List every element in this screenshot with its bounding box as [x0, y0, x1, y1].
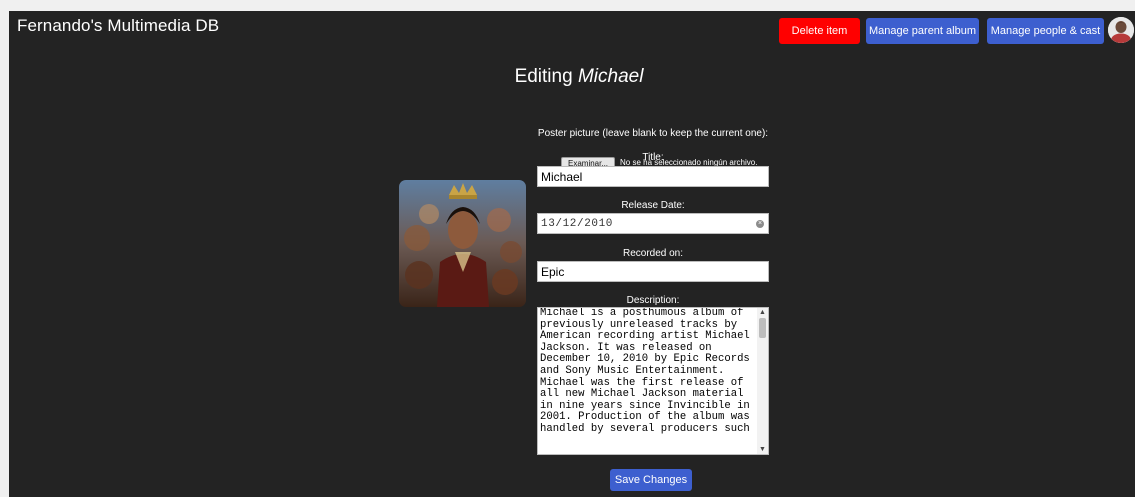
user-avatar[interactable] — [1108, 17, 1134, 43]
clear-icon[interactable]: × — [756, 219, 764, 228]
recorded-on-input[interactable] — [537, 261, 769, 282]
title-label: Title: — [642, 152, 664, 163]
release-date-input[interactable]: 13/12/2010 × — [537, 213, 769, 234]
app-brand[interactable]: Fernando's Multimedia DB — [17, 16, 219, 36]
user-avatar-icon — [1108, 17, 1134, 43]
scroll-down-icon[interactable]: ▼ — [757, 445, 768, 454]
description-text: Michael is a posthumous album of previou… — [540, 307, 750, 435]
scroll-up-icon[interactable]: ▲ — [757, 308, 768, 317]
app-window: Fernando's Multimedia DB Delete item Man… — [9, 11, 1135, 497]
description-label: Description: — [626, 295, 680, 306]
manage-people-cast-button[interactable]: Manage people & cast — [987, 18, 1104, 44]
release-date-value: 13/12/2010 — [541, 217, 614, 230]
title-input[interactable] — [537, 166, 769, 187]
description-textarea[interactable]: Michael is a posthumous album of previou… — [537, 307, 769, 455]
manage-parent-album-button[interactable]: Manage parent album — [866, 18, 979, 44]
poster-picture-label: Poster picture (leave blank to keep the … — [537, 128, 769, 139]
recorded-on-label: Recorded on: — [622, 248, 684, 259]
description-scrollbar[interactable]: ▲ ▼ — [757, 308, 768, 454]
release-date-label: Release Date: — [621, 200, 685, 211]
save-changes-button[interactable]: Save Changes — [610, 469, 692, 491]
scrollbar-thumb[interactable] — [759, 318, 766, 338]
album-poster-artwork — [399, 180, 526, 307]
page-title: Editing Michael — [9, 66, 1135, 88]
delete-item-button[interactable]: Delete item — [779, 18, 860, 44]
page-title-prefix: Editing — [514, 66, 573, 87]
page-title-item-name: Michael — [577, 66, 644, 87]
album-poster-image — [399, 180, 526, 307]
